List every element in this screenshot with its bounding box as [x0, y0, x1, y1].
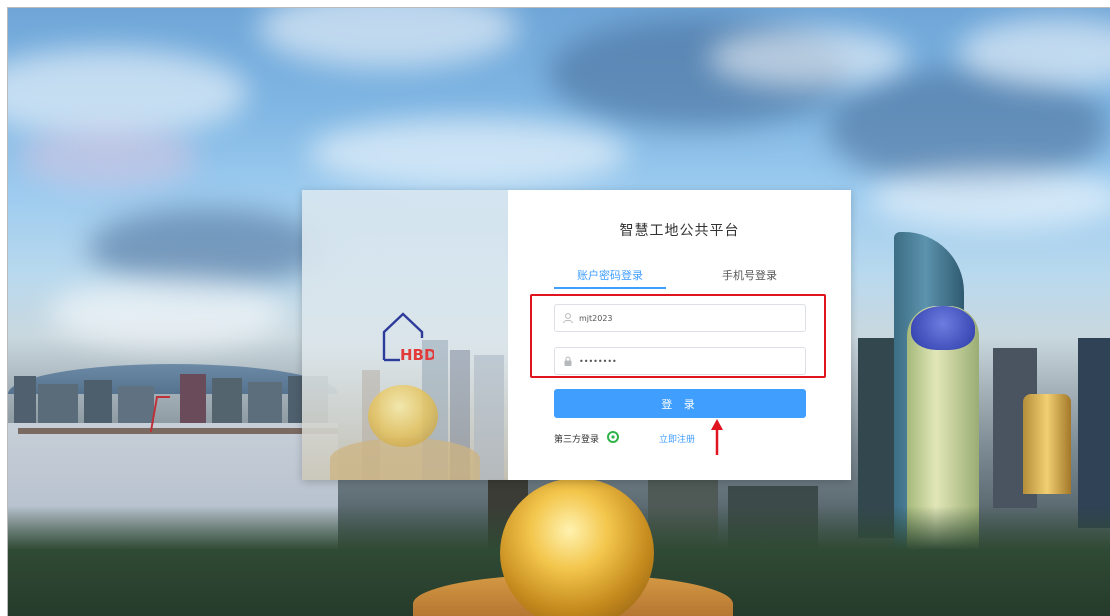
wechat-icon[interactable] [607, 431, 619, 443]
tab-account-password[interactable]: 账户密码登录 [577, 267, 643, 283]
red-arrow-icon [711, 419, 723, 455]
username-input[interactable] [579, 309, 799, 327]
user-icon [563, 313, 573, 324]
login-button[interactable]: 登 录 [554, 389, 806, 418]
active-tab-indicator [554, 287, 666, 289]
login-card: HBD 智慧工地公共平台 账户密码登录 手机号登录 mjt2023 ••••••… [302, 190, 851, 480]
username-field[interactable] [554, 304, 806, 332]
svg-text:HBD: HBD [400, 346, 434, 362]
card-left-image-panel: HBD [302, 190, 508, 480]
login-form-panel: 智慧工地公共平台 账户密码登录 手机号登录 mjt2023 •••••••• 登… [508, 190, 851, 480]
register-link[interactable]: 立即注册 [659, 432, 695, 445]
third-party-login-label: 第三方登录 [554, 435, 600, 445]
lock-icon [564, 356, 572, 366]
password-input[interactable] [579, 352, 799, 370]
login-tabs: 账户密码登录 手机号登录 [554, 267, 806, 289]
platform-title: 智慧工地公共平台 [619, 223, 740, 239]
page-frame: HBD 智慧工地公共平台 账户密码登录 手机号登录 mjt2023 ••••••… [7, 7, 1110, 616]
hbd-logo: HBD [382, 312, 434, 362]
password-field[interactable] [554, 347, 806, 375]
tab-phone[interactable]: 手机号登录 [722, 267, 777, 283]
